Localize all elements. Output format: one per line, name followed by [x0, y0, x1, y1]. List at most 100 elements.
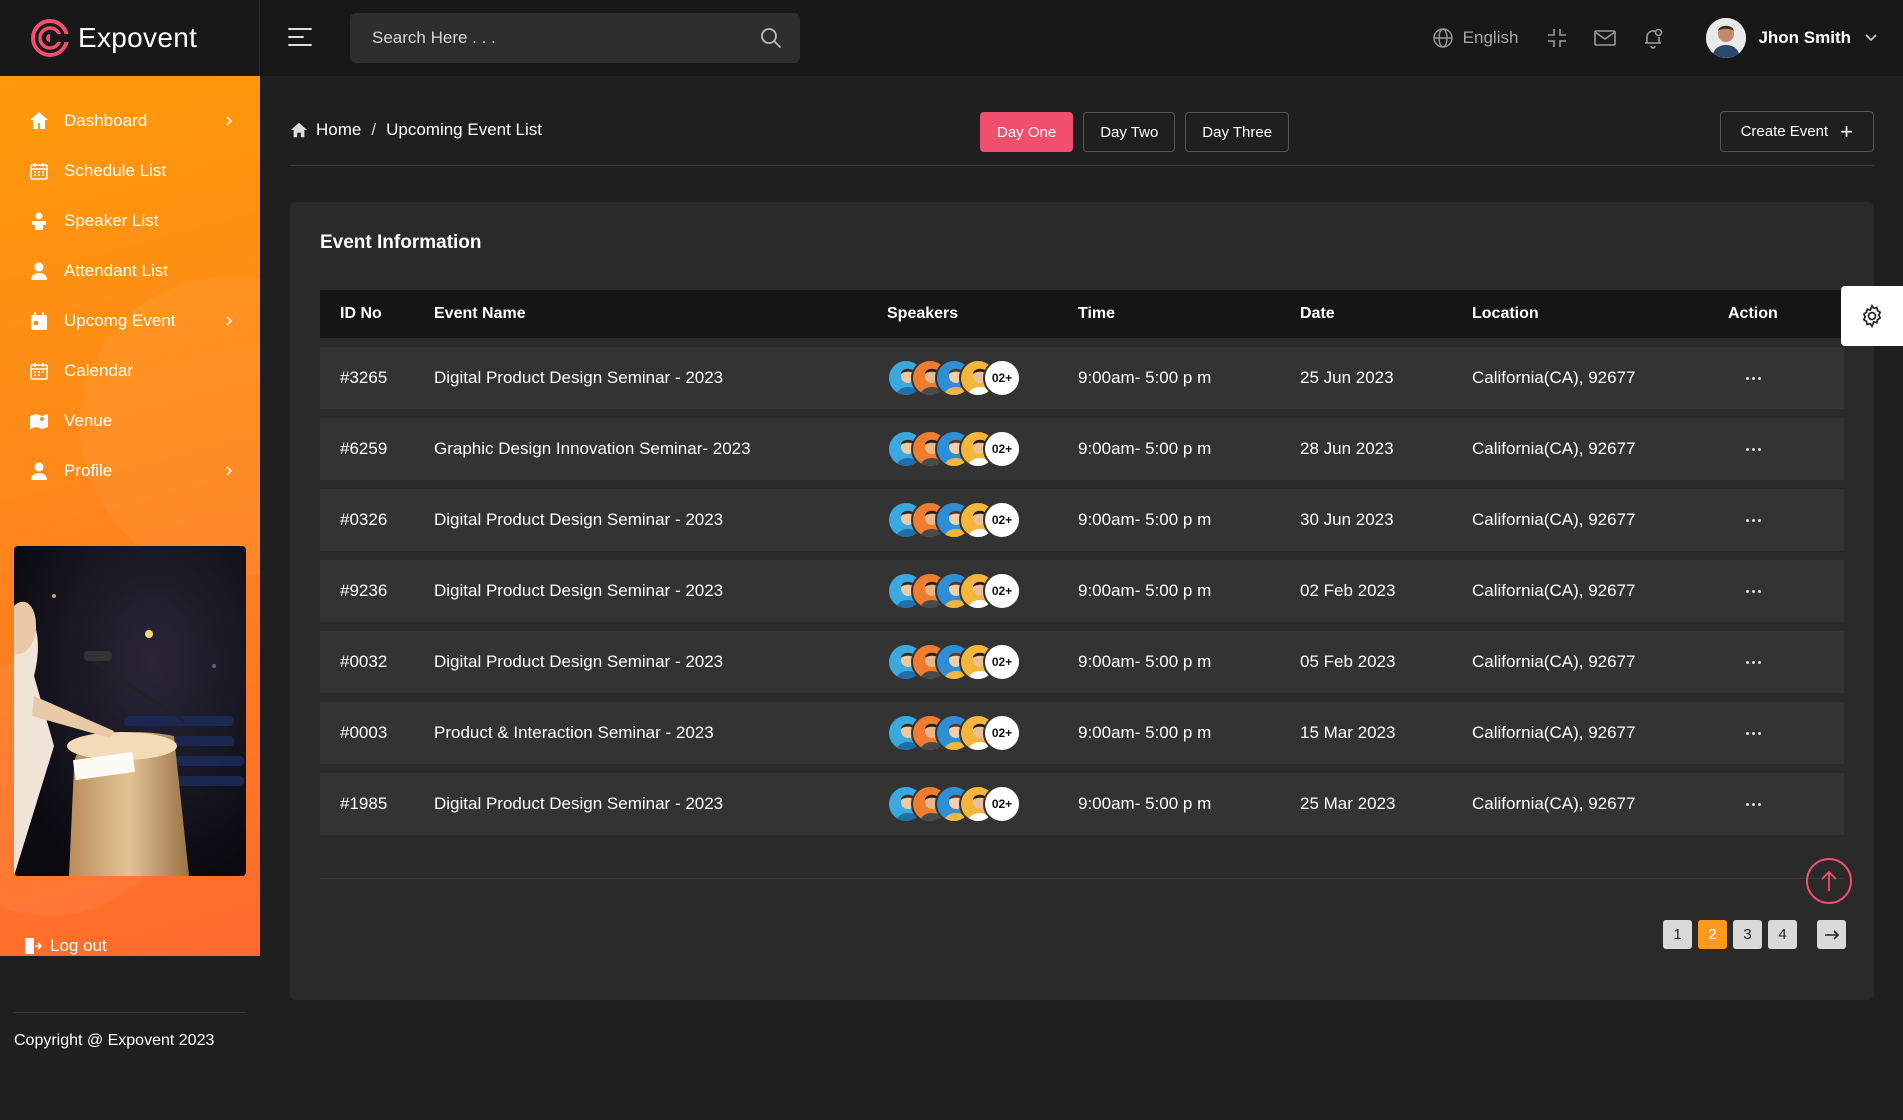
event-name: Digital Product Design Seminar - 2023	[434, 652, 724, 671]
mail-icon[interactable]	[1592, 25, 1618, 51]
table-row: #0032 Digital Product Design Seminar - 20…	[320, 631, 1844, 693]
event-id: #0032	[340, 652, 388, 671]
settings-toggle[interactable]	[1841, 286, 1903, 346]
speakers-more-badge: 02+	[983, 643, 1021, 681]
sidebar-item-venue[interactable]: Venue	[0, 396, 260, 446]
tab-day-two[interactable]: Day Two	[1083, 112, 1176, 152]
notification-bell-icon[interactable]	[1640, 25, 1666, 51]
profile-icon	[28, 460, 50, 482]
more-options-icon[interactable]	[1738, 723, 1768, 743]
sidebar-item-dashboard[interactable]: Dashboard	[0, 96, 260, 146]
speaker-avatars[interactable]: 02+	[887, 785, 1078, 823]
events-table: ID No Event Name Speakers Time Date Loca…	[320, 290, 1844, 835]
sidebar-item-label: Calendar	[64, 361, 133, 380]
speakers-cell: 02+	[887, 430, 1078, 468]
search-input[interactable]	[372, 28, 760, 48]
sidebar-item-schedule-list[interactable]: Schedule List	[0, 146, 260, 196]
copyright-text: Copyright @ Expovent 2023	[14, 1032, 215, 1049]
speakers-more-badge: 02+	[983, 359, 1021, 397]
event-name: Graphic Design Innovation Seminar- 2023	[434, 439, 751, 458]
speakers-cell: 02+	[887, 785, 1078, 823]
sidebar-item-label: Speaker List	[64, 211, 159, 230]
page-button-2[interactable]: 2	[1698, 920, 1727, 949]
more-options-icon[interactable]	[1738, 368, 1768, 388]
event-time: 9:00am- 5:00 p m	[1078, 581, 1212, 600]
sidebar-item-label: Upcomg Event	[64, 311, 176, 330]
language-label: English	[1462, 28, 1519, 47]
card-divider	[320, 878, 1844, 879]
fullscreen-icon[interactable]	[1544, 25, 1570, 51]
sidebar-item-attendant-list[interactable]: Attendant List	[0, 246, 260, 296]
event-time: 9:00am- 5:00 p m	[1078, 510, 1212, 529]
column-header-event-name: Event Name	[434, 305, 526, 322]
event-date: 28 Jun 2023	[1300, 439, 1394, 458]
search-icon[interactable]	[760, 27, 782, 49]
event-name: Digital Product Design Seminar - 2023	[434, 581, 724, 600]
speakers-cell: 02+	[887, 359, 1078, 397]
speaker-avatars[interactable]: 02+	[887, 572, 1078, 610]
top-right-controls: English Jhon Smith	[1432, 0, 1903, 76]
sidebar-item-speaker-list[interactable]: Speaker List	[0, 196, 260, 246]
table-row: #0003 Product & Interaction Seminar - 202…	[320, 702, 1844, 764]
page-button-1[interactable]: 1	[1663, 920, 1692, 949]
more-options-icon[interactable]	[1738, 794, 1768, 814]
more-options-icon[interactable]	[1738, 510, 1768, 530]
table-header: ID No Event Name Speakers Time Date Loca…	[320, 290, 1844, 338]
speaker-promo-image	[14, 546, 246, 876]
event-name: Digital Product Design Seminar - 2023	[434, 368, 724, 387]
event-location: California(CA), 92677	[1472, 368, 1636, 387]
speaker-avatars[interactable]: 02+	[887, 501, 1078, 539]
speaker-icon	[28, 210, 50, 232]
event-information-card: Event Information ID No Event Name Speak…	[290, 202, 1874, 1000]
speaker-avatars[interactable]: 02+	[887, 714, 1078, 752]
speakers-cell: 02+	[887, 714, 1078, 752]
more-options-icon[interactable]	[1738, 581, 1768, 601]
table-row: #6259 Graphic Design Innovation Seminar- …	[320, 418, 1844, 480]
speaker-avatars[interactable]: 02+	[887, 643, 1078, 681]
top-bar: Expovent English	[0, 0, 1903, 76]
day-tabs: Day One Day Two Day Three	[980, 112, 1299, 152]
chevron-right-icon	[226, 116, 232, 126]
column-header-date: Date	[1300, 305, 1335, 322]
logout-icon	[25, 938, 42, 954]
calendar-event-icon	[28, 310, 50, 332]
event-date: 15 Mar 2023	[1300, 723, 1396, 742]
sidebar-item-label: Profile	[64, 461, 113, 480]
event-id: #0326	[340, 510, 388, 529]
page-button-3[interactable]: 3	[1733, 920, 1762, 949]
action-cell	[1728, 439, 1844, 459]
sidebar-item-profile[interactable]: Profile	[0, 446, 260, 496]
sidebar: Dashboard Schedule List Speaker List Att…	[0, 76, 260, 956]
tab-day-three[interactable]: Day Three	[1185, 112, 1290, 152]
brand[interactable]: Expovent	[0, 0, 260, 76]
sidebar-item-calendar[interactable]: Calendar	[0, 346, 260, 396]
speakers-cell: 02+	[887, 501, 1078, 539]
menu-toggle-icon[interactable]	[288, 28, 312, 48]
user-menu[interactable]: Jhon Smith	[1706, 18, 1877, 58]
speakers-more-badge: 02+	[983, 785, 1021, 823]
more-options-icon[interactable]	[1738, 652, 1768, 672]
speakers-more-badge: 02+	[983, 430, 1021, 468]
page-button-4[interactable]: 4	[1768, 920, 1797, 949]
brand-name: Expovent	[78, 22, 198, 53]
language-selector[interactable]: English	[1432, 27, 1519, 49]
column-header-time: Time	[1078, 305, 1116, 322]
speaker-avatars[interactable]: 02+	[887, 430, 1078, 468]
gear-icon	[1862, 303, 1882, 329]
table-row: #9236 Digital Product Design Seminar - 20…	[320, 560, 1844, 622]
logout-button[interactable]: Log out	[24, 936, 107, 956]
sidebar-nav: Dashboard Schedule List Speaker List Att…	[0, 96, 260, 496]
event-location: California(CA), 92677	[1472, 723, 1636, 742]
tab-day-one[interactable]: Day One	[980, 112, 1074, 152]
create-event-button[interactable]: Create Event +	[1719, 111, 1874, 152]
next-page-button[interactable]	[1817, 920, 1846, 949]
map-icon	[28, 410, 50, 432]
breadcrumb-separator: /	[371, 120, 377, 139]
breadcrumb-current: Upcoming Event List	[386, 120, 542, 139]
speaker-avatars[interactable]: 02+	[887, 359, 1078, 397]
sidebar-item-upcoming-event[interactable]: Upcomg Event	[0, 296, 260, 346]
scroll-to-top-button[interactable]	[1806, 858, 1852, 904]
more-options-icon[interactable]	[1738, 439, 1768, 459]
breadcrumb-home-link[interactable]: Home	[316, 120, 361, 140]
event-id: #9236	[340, 581, 388, 600]
